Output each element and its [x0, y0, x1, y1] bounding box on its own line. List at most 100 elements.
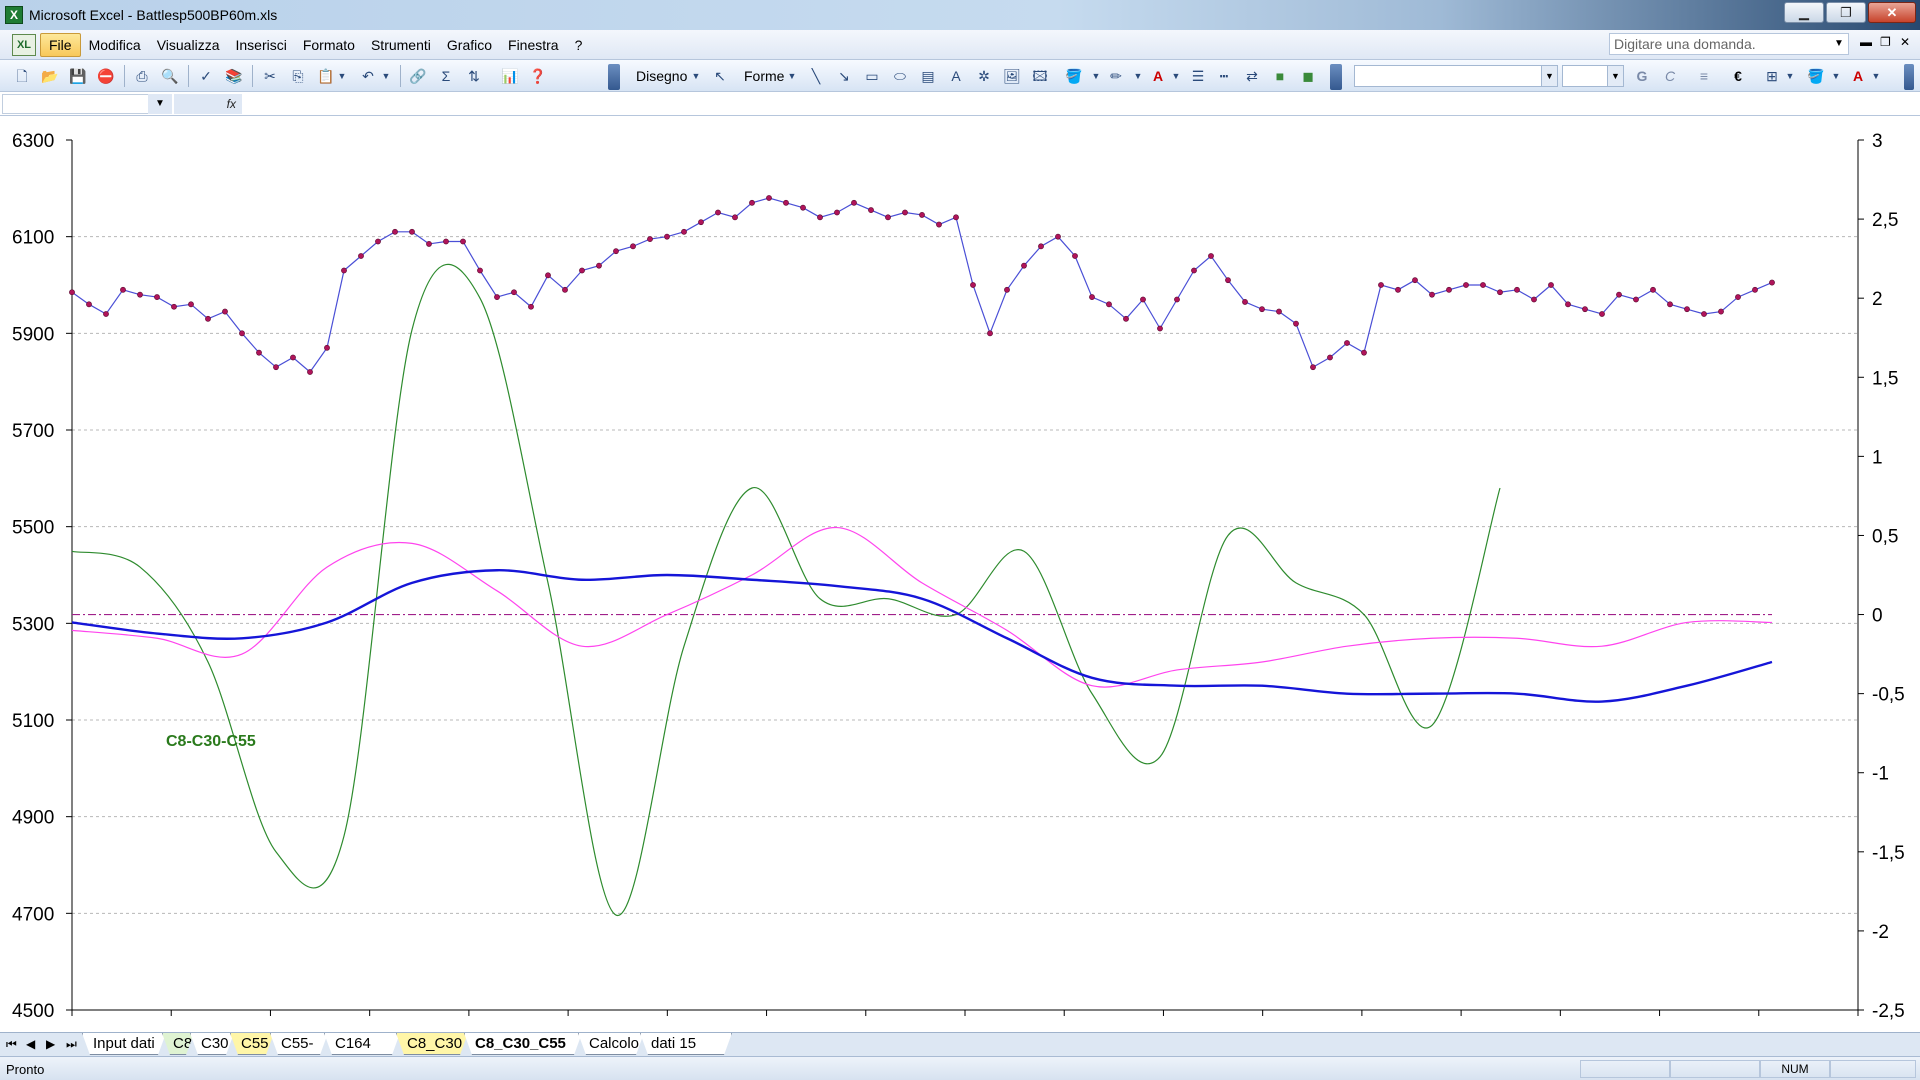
- menu-help[interactable]: ?: [567, 34, 591, 56]
- toolbar-options-icon[interactable]: [1904, 64, 1914, 90]
- toolbar-options-icon[interactable]: [608, 64, 620, 90]
- cut-icon[interactable]: ✂: [260, 67, 280, 85]
- arrow-icon[interactable]: ↘: [834, 67, 854, 85]
- chart-area[interactable]: 6300 6100 5900 5700 5500 5300 5100 4900 4700 4500…: [0, 116, 1920, 1032]
- picture-icon[interactable]: 🖾: [1030, 67, 1050, 85]
- sheet-tab[interactable]: Calcolo: [578, 1033, 644, 1055]
- print-preview-icon[interactable]: 🔍: [160, 67, 180, 85]
- doc-close-button[interactable]: ✕: [1900, 35, 1910, 49]
- paste-dropdown-icon[interactable]: ▼: [336, 67, 348, 85]
- text-color-icon[interactable]: A: [1848, 67, 1868, 85]
- shadow-icon[interactable]: ■: [1270, 67, 1290, 85]
- arrow-style-icon[interactable]: ⇄: [1242, 67, 1262, 85]
- open-icon[interactable]: 📂: [40, 67, 60, 85]
- menu-file[interactable]: File: [40, 32, 81, 57]
- excel-icon[interactable]: X: [5, 6, 23, 24]
- wordart-icon[interactable]: A: [946, 67, 966, 85]
- menu-visualizza[interactable]: Visualizza: [149, 34, 228, 56]
- next-sheet-icon[interactable]: ▶: [46, 1037, 55, 1051]
- dash-style-icon[interactable]: ┅: [1214, 67, 1234, 85]
- cell-fill-icon[interactable]: 🪣: [1806, 67, 1826, 85]
- sort-icon[interactable]: ⇅: [464, 67, 484, 85]
- insert-function-button[interactable]: fx: [174, 94, 242, 114]
- sheet-tab[interactable]: C55: [230, 1033, 274, 1055]
- restore-button[interactable]: ❐: [1826, 2, 1866, 23]
- 3d-style-icon[interactable]: ◼: [1298, 67, 1318, 85]
- font-name-combo[interactable]: ▼: [1354, 65, 1558, 87]
- euro-icon[interactable]: €: [1728, 67, 1748, 85]
- cell-fill-dropdown-icon[interactable]: ▼: [1830, 67, 1842, 85]
- chart-wizard-icon[interactable]: 📊: [500, 67, 520, 85]
- spelling-icon[interactable]: ✓: [196, 67, 216, 85]
- sheet-tab[interactable]: C8: [162, 1033, 194, 1055]
- fill-color-icon[interactable]: 🪣: [1064, 67, 1084, 85]
- menu-finestra[interactable]: Finestra: [500, 34, 567, 56]
- permission-icon[interactable]: ⛔: [96, 67, 116, 85]
- help-dropdown-icon[interactable]: ▼: [1834, 38, 1844, 49]
- undo-dropdown-icon[interactable]: ▼: [380, 67, 392, 85]
- paste-icon[interactable]: 📋: [316, 67, 336, 85]
- line-color-dropdown-icon[interactable]: ▼: [1132, 67, 1144, 85]
- line-style-icon[interactable]: ☰: [1188, 67, 1208, 85]
- minimize-button[interactable]: ▁: [1784, 2, 1824, 23]
- shapes-menu[interactable]: Forme: [744, 68, 784, 84]
- clipart-icon[interactable]: 🖼: [1002, 67, 1022, 85]
- price-point: [1208, 253, 1214, 259]
- first-sheet-icon[interactable]: ⏮: [6, 1037, 17, 1052]
- rectangle-icon[interactable]: ▭: [862, 67, 882, 85]
- align-icon[interactable]: ≡: [1694, 67, 1714, 85]
- research-icon[interactable]: 📚: [224, 67, 244, 85]
- name-box[interactable]: [2, 94, 172, 114]
- toolbar-options-icon[interactable]: [1330, 64, 1342, 90]
- fill-color-dropdown-icon[interactable]: ▼: [1090, 67, 1102, 85]
- borders-icon[interactable]: ⊞: [1762, 67, 1782, 85]
- line-icon[interactable]: ╲: [806, 67, 826, 85]
- menu-inserisci[interactable]: Inserisci: [227, 34, 294, 56]
- draw-dropdown-icon[interactable]: ▼: [690, 67, 702, 85]
- font-color-icon[interactable]: A: [1148, 67, 1168, 85]
- textbox-icon[interactable]: ▤: [918, 67, 938, 85]
- save-icon[interactable]: 💾: [68, 67, 88, 85]
- diagram-icon[interactable]: ✲: [974, 67, 994, 85]
- sheet-tab[interactable]: C8_C30_C55: [464, 1033, 582, 1055]
- copy-icon[interactable]: ⎘: [288, 67, 308, 85]
- select-objects-icon[interactable]: ↖: [710, 67, 730, 85]
- sheet-tab[interactable]: C55-2: [270, 1033, 328, 1055]
- borders-dropdown-icon[interactable]: ▼: [1784, 67, 1796, 85]
- font-size-combo[interactable]: ▼: [1562, 65, 1624, 87]
- doc-restore-button[interactable]: ❐: [1880, 35, 1891, 49]
- sheet-tab[interactable]: dati 15 min: [640, 1033, 732, 1055]
- close-button[interactable]: ✕: [1868, 2, 1916, 23]
- chevron-down-icon[interactable]: ▼: [1607, 66, 1623, 86]
- line-color-icon[interactable]: ✏: [1106, 67, 1126, 85]
- text-color-dropdown-icon[interactable]: ▼: [1870, 67, 1882, 85]
- shapes-dropdown-icon[interactable]: ▼: [786, 67, 798, 85]
- chevron-down-icon[interactable]: ▼: [148, 94, 172, 114]
- font-color-dropdown-icon[interactable]: ▼: [1170, 67, 1182, 85]
- autosum-icon[interactable]: Σ: [436, 67, 456, 85]
- draw-menu[interactable]: Disegno: [636, 68, 687, 84]
- sheet-tab[interactable]: Input dati: [82, 1033, 166, 1055]
- oval-icon[interactable]: ⬭: [890, 67, 910, 85]
- undo-icon[interactable]: ↶: [358, 67, 378, 85]
- menu-grafico[interactable]: Grafico: [439, 34, 500, 56]
- prev-sheet-icon[interactable]: ◀: [26, 1037, 35, 1051]
- italic-icon[interactable]: C: [1660, 67, 1680, 85]
- chevron-down-icon[interactable]: ▼: [1541, 66, 1557, 86]
- hyperlink-icon[interactable]: 🔗: [408, 67, 428, 85]
- new-icon[interactable]: 🗋: [12, 67, 32, 85]
- help-icon[interactable]: ❓: [528, 67, 548, 85]
- doc-minimize-button[interactable]: ▬: [1860, 35, 1872, 49]
- sheet-tab[interactable]: C164 (2): [324, 1033, 400, 1055]
- print-icon[interactable]: ⎙: [132, 67, 152, 85]
- workbook-icon[interactable]: XL: [12, 33, 36, 56]
- menu-strumenti[interactable]: Strumenti: [363, 34, 439, 56]
- sheet-tab[interactable]: C30: [190, 1033, 234, 1055]
- status-text: Pronto: [6, 1062, 45, 1077]
- menu-modifica[interactable]: Modifica: [81, 34, 149, 56]
- menu-formato[interactable]: Formato: [295, 34, 363, 56]
- last-sheet-icon[interactable]: ⏭: [66, 1037, 77, 1052]
- help-search-input[interactable]: Digitare una domanda.: [1609, 33, 1849, 55]
- sheet-tab[interactable]: C8_C30: [396, 1033, 468, 1055]
- bold-icon[interactable]: G: [1632, 67, 1652, 85]
